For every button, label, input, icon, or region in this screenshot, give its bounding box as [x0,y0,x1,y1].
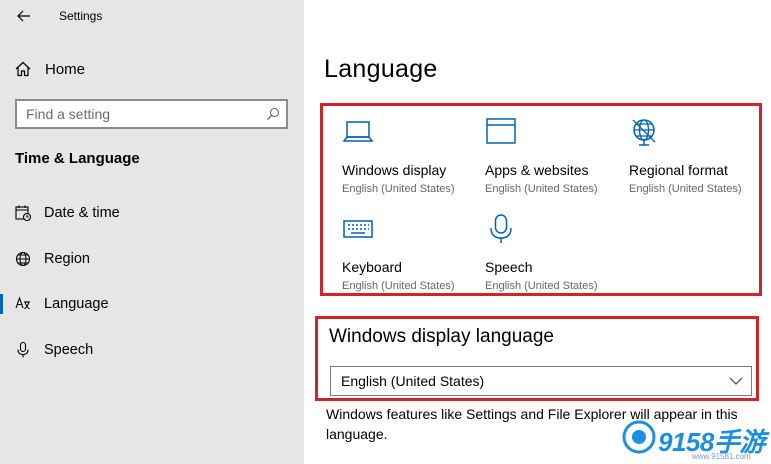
brand-logo-icon [622,420,656,454]
sidebar-item-home[interactable]: Home [0,54,304,84]
search-icon [267,108,279,120]
tile-name: Apps & websites [485,162,589,178]
app-title: Settings [59,9,103,23]
tile-speech[interactable]: Speech English (United States) [485,213,625,303]
sidebar-item-label: Date & time [44,205,120,221]
microphone-icon [17,341,29,358]
home-icon [15,61,31,77]
sidebar-item-label: Home [45,61,86,78]
search-box[interactable] [15,99,288,129]
sidebar-item-label: Speech [44,342,94,358]
window-icon [486,118,516,144]
calendar-clock-icon [15,205,32,222]
back-arrow-icon [17,10,30,22]
tile-windows-display[interactable]: Windows display English (United States) [342,116,482,206]
chevron-down-icon [729,377,743,385]
tile-subtitle: English (United States) [629,183,742,195]
section-title: Time & Language [15,150,140,167]
tile-subtitle: English (United States) [485,183,598,195]
sidebar-item-speech[interactable]: Speech [0,332,304,368]
globe-icon [632,119,656,146]
tile-subtitle: English (United States) [342,183,455,195]
language-tiles-group: Windows display English (United States) … [320,103,762,296]
title-bar: Settings [0,0,304,32]
globe-icon [15,251,31,267]
selected-indicator [0,294,3,314]
sidebar-item-label: Region [44,251,90,267]
main-content: Language Windows display English (United… [304,0,771,464]
back-button[interactable] [12,4,36,28]
sidebar-item-date-time[interactable]: Date & time [0,195,304,231]
tile-keyboard[interactable]: Keyboard English (United States) [342,213,482,303]
laptop-icon [342,121,374,142]
dropdown-selected-value: English (United States) [341,373,485,389]
search-input[interactable] [26,105,256,123]
watermark: 9158手游 www.91581.com [616,415,771,464]
sidebar-item-language[interactable]: Language [0,286,304,322]
display-language-heading: Windows display language [329,326,554,347]
sidebar-item-region[interactable]: Region [0,241,304,277]
display-language-dropdown[interactable]: English (United States) [330,366,752,396]
tile-name: Speech [485,259,533,275]
display-language-group: Windows display language English (United… [315,316,759,401]
watermark-url: www.91581.com [692,452,751,461]
tile-subtitle: English (United States) [342,280,455,292]
keyboard-icon [343,220,373,238]
sidebar: Settings Home Time & Language Date & tim… [0,0,304,464]
tile-name: Keyboard [342,259,402,275]
tile-regional-format[interactable]: Regional format English (United States) [629,116,769,206]
tile-apps-websites[interactable]: Apps & websites English (United States) [485,116,625,206]
microphone-icon [490,214,512,243]
tile-name: Regional format [629,162,728,178]
tile-name: Windows display [342,162,447,178]
language-icon [15,296,30,310]
page-title: Language [324,55,438,83]
sidebar-item-label: Language [44,296,109,312]
tile-subtitle: English (United States) [485,280,598,292]
